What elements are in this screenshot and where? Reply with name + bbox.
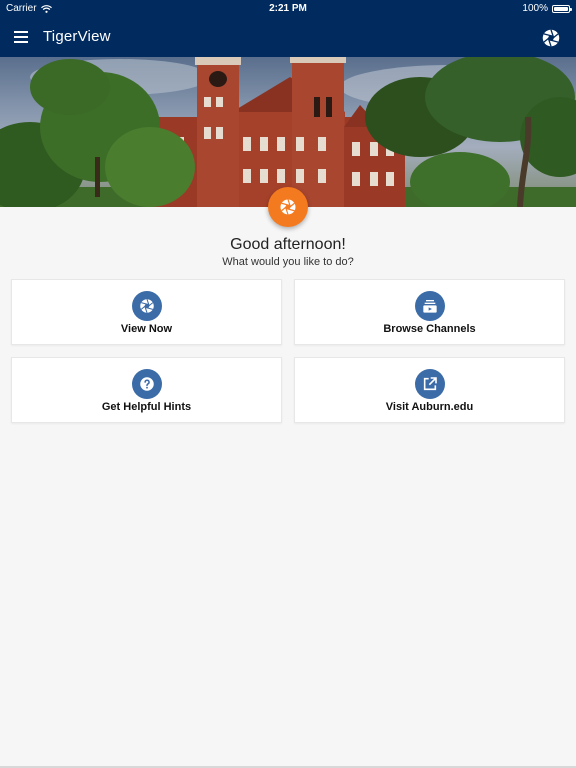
- greeting-heading: Good afternoon!: [230, 236, 346, 253]
- visit-auburn-label: Visit Auburn.edu: [385, 401, 474, 413]
- camera-aperture-icon: [132, 291, 162, 321]
- get-helpful-hints-label: Get Helpful Hints: [101, 401, 192, 413]
- browse-channels-card[interactable]: Browse Channels: [294, 279, 565, 345]
- open-external-icon: [415, 369, 445, 399]
- app-title: TigerView: [43, 28, 111, 45]
- battery-percent: 100%: [522, 3, 548, 14]
- battery-group: 100%: [522, 3, 572, 14]
- camera-aperture-icon[interactable]: [540, 27, 562, 49]
- hamburger-menu-icon[interactable]: [10, 27, 32, 47]
- view-now-card[interactable]: View Now: [11, 279, 282, 345]
- visit-auburn-card[interactable]: Visit Auburn.edu: [294, 357, 565, 423]
- app-bar: TigerView: [0, 18, 576, 57]
- channels-icon: [415, 291, 445, 321]
- help-icon: [132, 369, 162, 399]
- get-helpful-hints-card[interactable]: Get Helpful Hints: [11, 357, 282, 423]
- hero-campus-photo: [0, 57, 576, 207]
- browse-channels-label: Browse Channels: [383, 323, 476, 335]
- view-now-label: View Now: [120, 323, 173, 335]
- camera-aperture-icon: [280, 199, 296, 215]
- view-now-fab[interactable]: [268, 187, 308, 227]
- status-bar: Carrier 2:21 PM 100%: [0, 0, 576, 18]
- clock: 2:21 PM: [269, 3, 307, 14]
- battery-icon: [552, 4, 572, 13]
- greeting-subtitle: What would you like to do?: [222, 256, 354, 268]
